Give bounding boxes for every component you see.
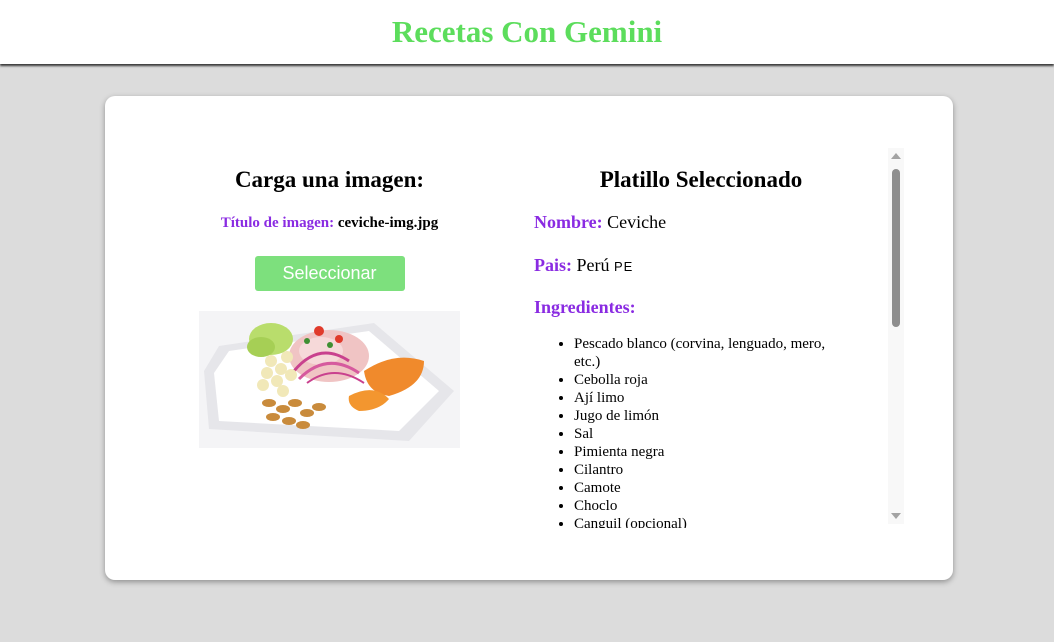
upload-heading: Carga una imagen: — [234, 167, 425, 192]
ingredient-item: Choclo — [574, 497, 844, 515]
app-title: Recetas Con Gemini — [391, 14, 663, 49]
dish-country: Perú — [576, 255, 610, 275]
dish-detail-panel[interactable]: Platillo Seleccionado Nombre: Ceviche Pa… — [534, 150, 904, 528]
dish-country-label: Pais: — [534, 255, 572, 275]
recipe-card: Carga una imagen: Título de imagen: cevi… — [105, 96, 953, 580]
ceviche-image — [199, 311, 460, 448]
ingredient-item: Sal — [574, 425, 844, 443]
scroll-up-arrow-icon[interactable] — [891, 153, 901, 159]
file-title-label: Título de imagen: — [220, 215, 335, 231]
dish-name-row: Nombre: Ceviche — [534, 210, 904, 234]
ingredient-item: Pescado blanco (corvina, lenguado, mero,… — [574, 335, 844, 371]
ingredient-item: Jugo de limón — [574, 407, 844, 425]
dish-name-label: Nombre: — [534, 212, 603, 232]
ingredient-item: Pimienta negra — [574, 443, 844, 461]
ingredients-list: Pescado blanco (corvina, lenguado, mero,… — [574, 335, 844, 528]
select-image-button[interactable]: Seleccionar — [254, 256, 405, 291]
ingredients-heading: Ingredientes: — [534, 297, 636, 317]
ingredient-item: Camote — [574, 479, 844, 497]
scroll-down-arrow-icon[interactable] — [891, 513, 901, 519]
country-flag-icon: PE — [614, 259, 634, 274]
ingredient-item: Cebolla roja — [574, 371, 844, 389]
scroll-thumb[interactable] — [892, 169, 900, 327]
ingredient-item: Ají limo — [574, 389, 844, 407]
dish-name: Ceviche — [607, 212, 667, 232]
dish-heading: Platillo Seleccionado — [599, 167, 803, 192]
detail-scrollbar[interactable] — [888, 148, 904, 524]
ingredient-item: Canguil (opcional) — [574, 515, 844, 528]
ingredient-item: Cilantro — [574, 461, 844, 479]
dish-country-row: Pais: Perú PE — [534, 253, 904, 279]
file-title: Título de imagen: ceviche-img.jpg — [199, 214, 460, 232]
app-header: Recetas Con Gemini — [0, 0, 1054, 64]
upload-panel: Carga una imagen: Título de imagen: cevi… — [199, 166, 460, 448]
file-name: ceviche-img.jpg — [337, 215, 439, 231]
